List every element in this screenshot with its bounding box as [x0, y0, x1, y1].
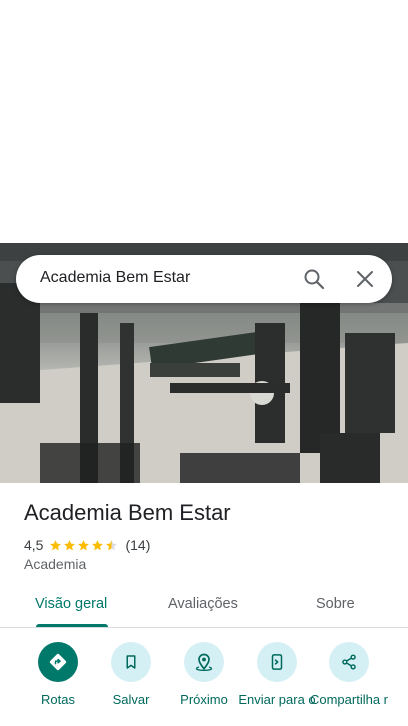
send-to-phone-button[interactable]: Enviar para o: [237, 640, 317, 707]
directions-button[interactable]: Rotas: [18, 640, 98, 707]
star-icon: [64, 539, 76, 550]
close-icon[interactable]: [353, 267, 377, 291]
rating-value: 4,5: [24, 537, 44, 553]
directions-icon: [38, 642, 78, 682]
send-to-phone-icon: [257, 642, 297, 682]
star-icon: [78, 539, 90, 550]
map-blank-area: [0, 0, 408, 243]
bookmark-icon: [111, 642, 151, 682]
share-icon: [329, 642, 369, 682]
place-category: Academia: [24, 556, 87, 572]
tab-active-indicator: [36, 624, 108, 627]
directions-label: Rotas: [41, 692, 75, 707]
save-button[interactable]: Salvar: [91, 640, 171, 707]
share-label: Compartilha r: [309, 692, 389, 707]
search-icon[interactable]: [302, 267, 326, 291]
share-button[interactable]: Compartilha r: [309, 640, 389, 707]
review-count: (14): [125, 537, 151, 553]
tab-overview[interactable]: Visão geral: [35, 596, 107, 612]
send-to-phone-label: Enviar para o: [238, 692, 316, 707]
save-label: Salvar: [112, 692, 150, 707]
place-tabs: Visão geral Avaliações Sobre: [0, 583, 408, 628]
star-icon: [50, 539, 62, 550]
place-title: Academia Bem Estar: [24, 500, 231, 525]
nearby-icon: [184, 642, 224, 682]
nearby-label: Próximo: [180, 692, 228, 707]
action-buttons: Rotas Salvar Próximo Enviar para o Compa…: [0, 640, 408, 726]
rating-row[interactable]: 4,5 (14): [24, 536, 150, 554]
star-icon: [106, 539, 118, 550]
tab-about[interactable]: Sobre: [316, 596, 355, 612]
search-input[interactable]: Academia Bem Estar: [40, 269, 190, 287]
nearby-button[interactable]: Próximo: [164, 640, 244, 707]
star-icon: [92, 539, 104, 550]
search-bar[interactable]: Academia Bem Estar: [16, 255, 392, 303]
tab-reviews[interactable]: Avaliações: [168, 596, 238, 612]
rating-stars: [49, 539, 119, 552]
